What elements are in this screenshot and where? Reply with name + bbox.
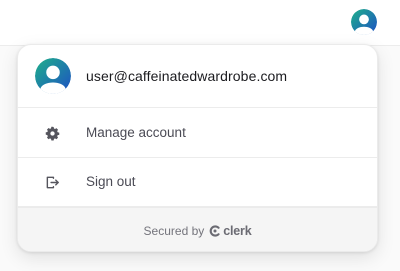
user-avatar-icon <box>35 58 71 94</box>
user-avatar-button[interactable] <box>351 9 377 35</box>
secured-by-text: Secured by <box>143 223 205 238</box>
clerk-logo-icon <box>209 224 221 237</box>
manage-account-label: Manage account <box>86 125 186 140</box>
user-menu-popover: user@caffeinatedwardrobe.com Manage acco… <box>17 44 378 252</box>
page: user@caffeinatedwardrobe.com Manage acco… <box>0 0 400 271</box>
top-bar <box>0 0 400 46</box>
manage-account-button[interactable]: Manage account <box>18 109 377 158</box>
sign-out-button[interactable]: Sign out <box>18 158 377 207</box>
user-identity: user@caffeinatedwardrobe.com <box>18 45 377 108</box>
gear-icon <box>45 126 60 141</box>
clerk-logo[interactable]: clerk <box>209 223 252 238</box>
sign-out-icon <box>45 175 60 190</box>
user-avatar <box>35 58 71 94</box>
sign-out-label: Sign out <box>86 174 136 189</box>
user-avatar-icon <box>351 9 377 35</box>
popover-footer: Secured by clerk <box>18 207 377 251</box>
clerk-wordmark: clerk <box>223 223 252 238</box>
user-email: user@caffeinatedwardrobe.com <box>86 68 288 84</box>
